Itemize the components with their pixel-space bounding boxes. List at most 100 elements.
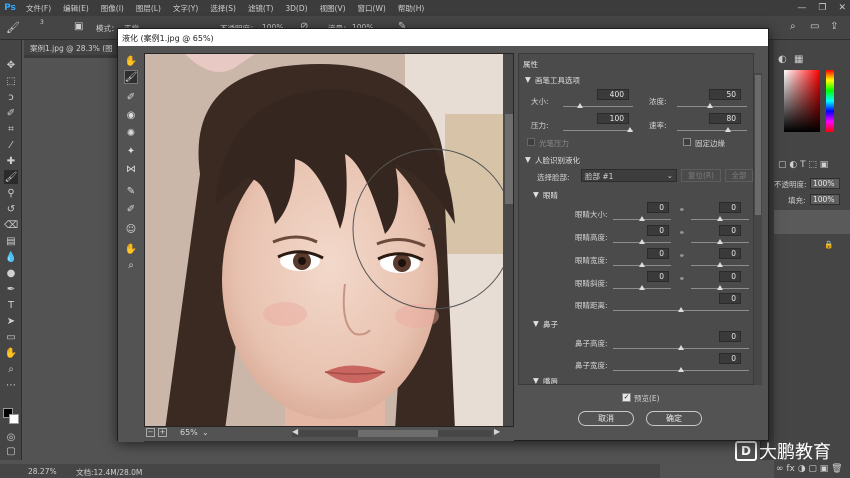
- dodge-tool-icon[interactable]: ●: [4, 266, 18, 280]
- eye-tilt-left-knob[interactable]: [639, 285, 645, 290]
- menu-file[interactable]: 文件(F): [20, 3, 57, 14]
- menu-window[interactable]: 窗口(W): [352, 3, 392, 14]
- quick-select-tool-icon[interactable]: ✐: [4, 106, 18, 120]
- healing-tool-icon[interactable]: ✚: [4, 154, 18, 168]
- history-brush-icon[interactable]: ↺: [4, 202, 18, 216]
- color-picker-field[interactable]: [784, 70, 820, 132]
- face-section-title[interactable]: 人脸识别液化: [535, 155, 580, 166]
- hand-tool-icon[interactable]: ✋: [124, 242, 138, 256]
- twirl-tool-icon[interactable]: ◉: [124, 108, 138, 122]
- rate-input[interactable]: 80: [709, 113, 741, 124]
- mouth-section-title[interactable]: 嘴唇: [543, 376, 558, 384]
- brush-section-title[interactable]: 画笔工具选项: [535, 75, 580, 86]
- link-icon[interactable]: ⚭: [679, 206, 685, 214]
- share-icon[interactable]: ⇪: [830, 21, 838, 32]
- more-tools-icon[interactable]: ⋯: [4, 378, 18, 392]
- pressure-slider-knob[interactable]: [627, 127, 633, 132]
- crop-tool-icon[interactable]: ⌗: [4, 122, 18, 136]
- face-section-toggle-icon[interactable]: ▼: [525, 155, 531, 164]
- select-face-dropdown[interactable]: 脸部 #1 ⌄: [581, 169, 677, 182]
- eye-size-right-knob[interactable]: [717, 216, 723, 221]
- push-left-tool-icon[interactable]: ⋈: [124, 162, 138, 176]
- eye-size-left-knob[interactable]: [639, 216, 645, 221]
- eye-size-right-input[interactable]: 0: [719, 202, 741, 213]
- smooth-tool-icon[interactable]: ✐: [124, 90, 138, 104]
- nose-section-title[interactable]: 鼻子: [543, 319, 558, 330]
- rate-slider-track[interactable]: [677, 130, 747, 131]
- swatches-panel-icon[interactable]: ▦: [794, 54, 803, 65]
- eye-height-right-input[interactable]: 0: [719, 225, 741, 236]
- face-tool-icon[interactable]: ☺: [124, 222, 138, 236]
- cancel-button[interactable]: 取消: [578, 411, 634, 426]
- zoom-tool-icon[interactable]: ⌕: [124, 258, 138, 272]
- layer-fill-field[interactable]: 100%: [810, 194, 840, 205]
- layer-lock-icon[interactable]: 🔒: [824, 240, 833, 249]
- lasso-tool-icon[interactable]: ↄ: [4, 90, 18, 104]
- eye-tilt-left-input[interactable]: 0: [647, 271, 669, 282]
- dialog-title[interactable]: 液化 (案例1.jpg @ 65%): [118, 29, 768, 46]
- shape-tool-icon[interactable]: ▭: [4, 330, 18, 344]
- workspace-icon[interactable]: ▭: [810, 21, 819, 32]
- pucker-tool-icon[interactable]: ✺: [124, 126, 138, 140]
- eye-distance-knob[interactable]: [678, 307, 684, 312]
- menu-help[interactable]: 帮助(H): [392, 3, 431, 14]
- ok-button[interactable]: 确定: [646, 411, 702, 426]
- brush-size-value[interactable]: 3: [40, 19, 44, 26]
- eyedropper-tool-icon[interactable]: ⁄: [4, 138, 18, 152]
- eye-width-left-knob[interactable]: [639, 262, 645, 267]
- menu-image[interactable]: 图像(I): [95, 3, 130, 14]
- pen-tool-icon[interactable]: ✒: [4, 282, 18, 296]
- bloat-tool-icon[interactable]: ✦: [124, 144, 138, 158]
- nose-width-knob[interactable]: [678, 367, 684, 372]
- preview-canvas[interactable]: [144, 53, 514, 427]
- eye-height-left-knob[interactable]: [639, 239, 645, 244]
- link-icon[interactable]: ⚭: [679, 252, 685, 260]
- density-input[interactable]: 50: [709, 89, 741, 100]
- reset-button[interactable]: 复位(R): [681, 169, 721, 182]
- scroll-left-icon[interactable]: ◀: [292, 427, 298, 436]
- pressure-input[interactable]: 100: [597, 113, 629, 124]
- eyes-section-title[interactable]: 眼睛: [543, 190, 558, 201]
- reconstruct-tool-icon[interactable]: 🖌: [124, 70, 138, 84]
- stamp-tool-icon[interactable]: ⚲: [4, 186, 18, 200]
- eraser-tool-icon[interactable]: ⌫: [4, 218, 18, 232]
- menu-select[interactable]: 选择(S): [204, 3, 242, 14]
- layer-row[interactable]: [774, 210, 850, 234]
- screen-mode-icon[interactable]: ▢: [4, 444, 18, 458]
- gradient-tool-icon[interactable]: ▤: [4, 234, 18, 248]
- brush-tool-icon[interactable]: 🖌: [6, 21, 20, 34]
- all-button[interactable]: 全部: [725, 169, 753, 182]
- pin-edges-checkbox[interactable]: [683, 138, 691, 146]
- eye-width-right-knob[interactable]: [717, 262, 723, 267]
- thaw-mask-tool-icon[interactable]: ✐: [124, 202, 138, 216]
- pressure-slider-track[interactable]: [563, 130, 633, 131]
- horizontal-scroll-thumb[interactable]: [358, 430, 438, 437]
- eye-width-right-input[interactable]: 0: [719, 248, 741, 259]
- type-tool-icon[interactable]: T: [4, 298, 18, 312]
- menu-edit[interactable]: 编辑(E): [57, 3, 95, 14]
- eye-height-right-knob[interactable]: [717, 239, 723, 244]
- eye-distance-input[interactable]: 0: [719, 293, 741, 304]
- portrait-photo[interactable]: [145, 54, 503, 426]
- menu-layer[interactable]: 图层(L): [130, 3, 167, 14]
- preview-checkbox[interactable]: ✓: [622, 393, 631, 402]
- eyes-toggle-icon[interactable]: ▼: [533, 190, 539, 199]
- forward-warp-tool-icon[interactable]: ✋: [124, 54, 138, 68]
- layer-opacity-field[interactable]: 100%: [810, 178, 840, 189]
- size-slider-knob[interactable]: [577, 103, 583, 108]
- canvas-horizontal-scrollbar[interactable]: [292, 430, 492, 437]
- hue-slider[interactable]: [826, 70, 834, 132]
- zoom-level-select[interactable]: 65%: [180, 428, 198, 437]
- nose-width-input[interactable]: 0: [719, 353, 741, 364]
- path-select-icon[interactable]: ➤: [4, 314, 18, 328]
- quick-mask-icon[interactable]: ◎: [4, 430, 18, 444]
- hand-tool-icon[interactable]: ✋: [4, 346, 18, 360]
- zoom-dropdown-icon[interactable]: ⌄: [202, 428, 209, 437]
- background-color-swatch[interactable]: [9, 414, 19, 424]
- close-icon[interactable]: ✕: [838, 3, 846, 13]
- properties-scrollbar[interactable]: [754, 73, 762, 385]
- eye-width-left-input[interactable]: 0: [647, 248, 669, 259]
- eye-height-left-input[interactable]: 0: [647, 225, 669, 236]
- zoom-tool-icon[interactable]: ⌕: [4, 362, 18, 376]
- restore-icon[interactable]: ❐: [818, 3, 826, 13]
